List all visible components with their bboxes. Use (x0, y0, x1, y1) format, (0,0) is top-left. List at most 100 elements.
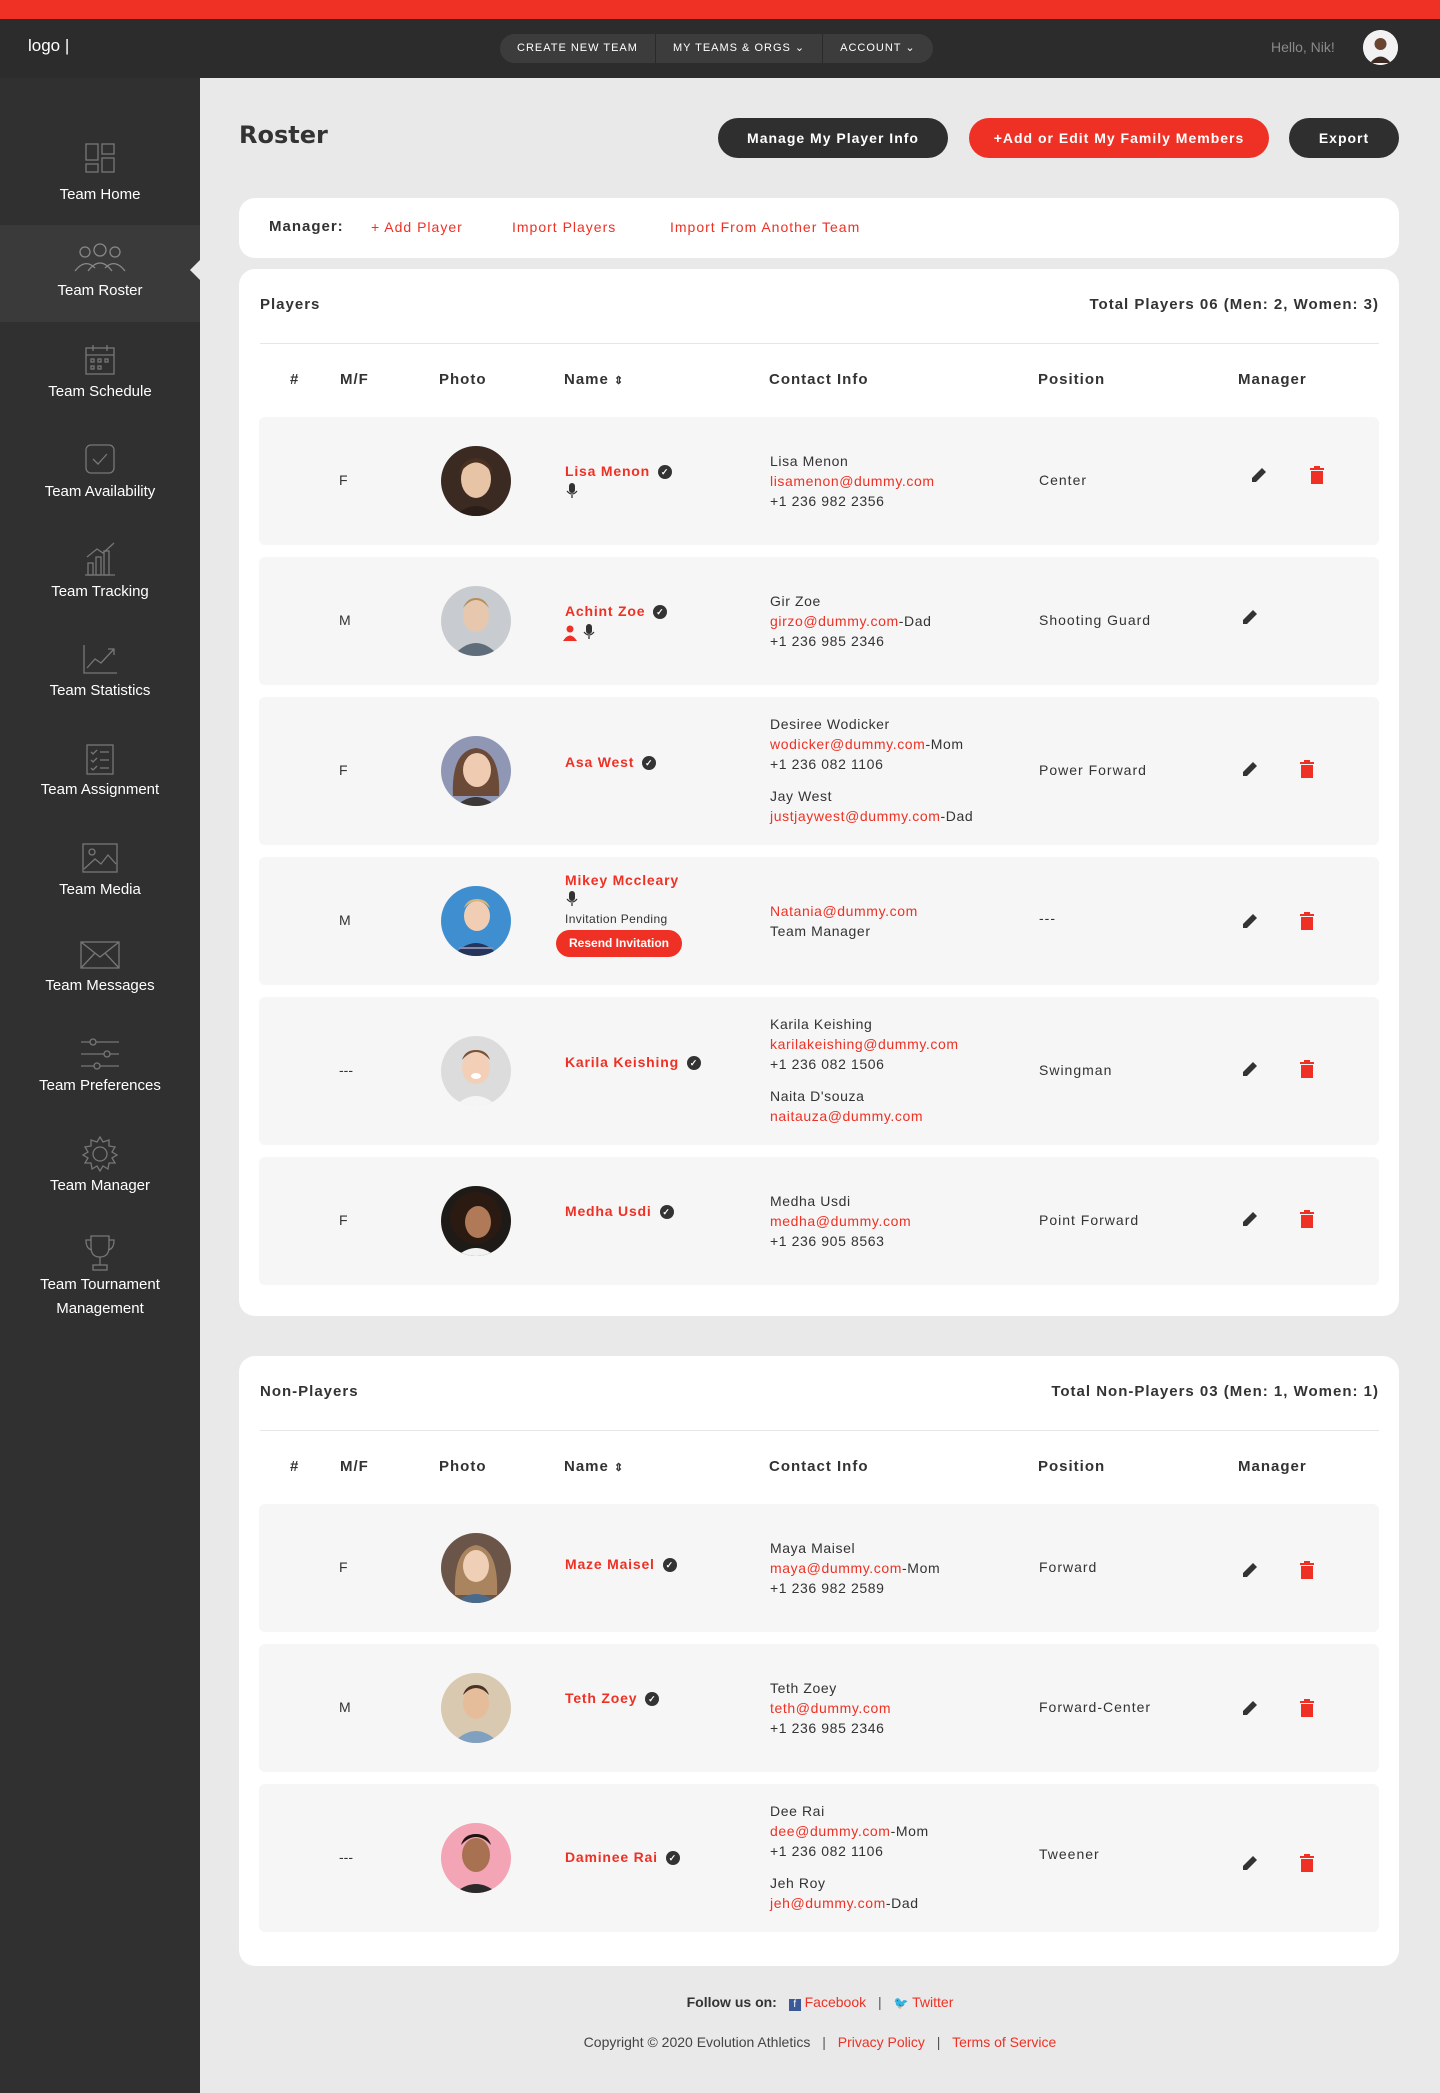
table-row: --- Daminee Rai ✓ Dee Rai dee@dummy.com-M… (259, 1784, 1379, 1932)
delete-icon[interactable] (1297, 1560, 1317, 1580)
sidebar-label: Team Home (59, 186, 141, 203)
delete-icon[interactable] (1297, 1209, 1317, 1229)
sidebar-item-team-assignment[interactable]: Team Assignment (0, 742, 200, 822)
import-from-team-link[interactable]: Import From Another Team (670, 219, 860, 235)
verified-icon: ✓ (645, 1692, 660, 1707)
section-title: Non-Players (260, 1383, 359, 1400)
email-link[interactable]: wodicker@dummy.com (770, 736, 925, 752)
email-link[interactable]: Natania@dummy.com (770, 903, 918, 919)
delete-icon[interactable] (1297, 1853, 1317, 1873)
email-link[interactable]: karilakeishing@dummy.com (770, 1036, 959, 1052)
dashboard-icon (85, 143, 115, 173)
export-button[interactable]: Export (1289, 118, 1399, 158)
player-name[interactable]: Daminee Rai ✓ (565, 1849, 680, 1866)
email-link[interactable]: dee@dummy.com (770, 1823, 891, 1839)
table-row: M Teth Zoey ✓ Teth Zoey teth@dummy.com +1… (259, 1644, 1379, 1772)
email-link[interactable]: jeh@dummy.com (770, 1895, 886, 1911)
edit-icon[interactable] (1240, 911, 1260, 931)
footer-copyright: Copyright © 2020 Evolution Athletics | P… (200, 2034, 1440, 2050)
player-name[interactable]: Karila Keishing ✓ (565, 1054, 701, 1071)
contact-info: Gir Zoe girzo@dummy.com-Dad +1 236 985 2… (770, 593, 932, 649)
email-link[interactable]: justjaywest@dummy.com (770, 808, 940, 824)
checklist-icon (86, 744, 114, 775)
terms-of-service-link[interactable]: Terms of Service (952, 2034, 1056, 2050)
nav-account[interactable]: ACCOUNT ⌄ (823, 34, 932, 63)
edit-icon[interactable] (1240, 759, 1260, 779)
top-navbar: logo | CREATE NEW TEAM MY TEAMS & ORGS ⌄… (0, 19, 1440, 78)
sidebar-label: Team Preferences (39, 1077, 161, 1094)
sidebar-label: Team Manager (49, 1177, 151, 1194)
position-cell: Shooting Guard (1039, 612, 1152, 628)
email-link[interactable]: maya@dummy.com (770, 1560, 902, 1576)
sidebar-item-team-home[interactable]: Team Home (0, 141, 200, 223)
sidebar-label: Team Schedule (48, 383, 152, 400)
edit-icon[interactable] (1240, 1698, 1260, 1718)
player-name[interactable]: Teth Zoey ✓ (565, 1690, 660, 1707)
microphone-icon (566, 483, 578, 498)
delete-icon[interactable] (1297, 1698, 1317, 1718)
facebook-link[interactable]: Facebook (805, 1994, 866, 2010)
sidebar-item-team-tracking[interactable]: Team Tracking (0, 541, 200, 621)
twitter-link[interactable]: Twitter (912, 1994, 953, 2010)
sidebar-item-team-statistics[interactable]: Team Statistics (0, 642, 200, 722)
resend-invitation-button[interactable]: Resend Invitation (556, 930, 683, 957)
table-row: F Asa West ✓ Desiree Wodicker wodicker@du… (259, 697, 1379, 845)
edit-icon[interactable] (1240, 1209, 1260, 1229)
add-player-link[interactable]: + Add Player (371, 219, 463, 235)
main-nav: CREATE NEW TEAM MY TEAMS & ORGS ⌄ ACCOUN… (500, 34, 933, 63)
sidebar-item-team-manager[interactable]: Team Manager (0, 1134, 200, 1214)
player-name[interactable]: Mikey Mccleary (565, 872, 679, 888)
delete-icon[interactable] (1297, 759, 1317, 779)
manage-player-info-button[interactable]: Manage My Player Info (718, 118, 948, 158)
player-name[interactable]: Achint Zoe ✓ (565, 603, 668, 620)
edit-icon[interactable] (1249, 465, 1269, 485)
player-photo (441, 446, 511, 516)
sidebar-item-team-media[interactable]: Team Media (0, 842, 200, 922)
column-header-sortable[interactable]: Name ⇕ (564, 1458, 624, 1475)
active-indicator (190, 260, 200, 280)
delete-icon[interactable] (1297, 1059, 1317, 1079)
email-link[interactable]: naitauza@dummy.com (770, 1108, 923, 1124)
player-name[interactable]: Lisa Menon ✓ (565, 463, 673, 480)
position-cell: Center (1039, 472, 1088, 488)
sidebar-item-team-schedule[interactable]: Team Schedule (0, 343, 200, 423)
user-avatar[interactable] (1363, 30, 1398, 65)
edit-icon[interactable] (1240, 1059, 1260, 1079)
calendar-icon (85, 345, 115, 375)
player-name[interactable]: Asa West ✓ (565, 754, 657, 771)
sidebar-label: Team Statistics (49, 682, 151, 699)
verified-icon: ✓ (653, 605, 668, 620)
player-name[interactable]: Maze Maisel ✓ (565, 1556, 677, 1573)
sidebar-item-team-tournament[interactable]: Team Tournament Management (0, 1233, 200, 1333)
email-link[interactable]: teth@dummy.com (770, 1700, 891, 1716)
users-icon (74, 243, 126, 272)
microphone-icon (583, 624, 595, 639)
position-cell: Forward-Center (1039, 1699, 1152, 1715)
add-family-members-button[interactable]: +Add or Edit My Family Members (969, 118, 1269, 158)
manager-label: Manager: (269, 218, 344, 235)
gender-cell: --- (339, 1062, 353, 1078)
edit-icon[interactable] (1240, 607, 1260, 627)
nav-create-team[interactable]: CREATE NEW TEAM (500, 34, 656, 63)
edit-icon[interactable] (1240, 1560, 1260, 1580)
verified-icon: ✓ (658, 465, 673, 480)
delete-icon[interactable] (1307, 465, 1327, 485)
email-link[interactable]: medha@dummy.com (770, 1213, 911, 1229)
privacy-policy-link[interactable]: Privacy Policy (838, 2034, 925, 2050)
column-header-sortable[interactable]: Name ⇕ (564, 371, 624, 388)
sidebar-item-team-preferences[interactable]: Team Preferences (0, 1035, 200, 1115)
import-players-link[interactable]: Import Players (512, 219, 616, 235)
contact-info: Karila Keishing karilakeishing@dummy.com… (770, 1016, 959, 1124)
player-photo (441, 1036, 511, 1106)
logo[interactable]: logo | (28, 36, 69, 56)
email-link[interactable]: girzo@dummy.com (770, 613, 899, 629)
sidebar-item-team-availability[interactable]: Team Availability (0, 442, 200, 522)
sidebar-item-team-messages[interactable]: Team Messages (0, 940, 200, 1020)
nav-my-teams[interactable]: MY TEAMS & ORGS ⌄ (656, 34, 824, 63)
sidebar-item-team-roster[interactable]: Team Roster (0, 225, 200, 322)
email-link[interactable]: lisamenon@dummy.com (770, 473, 935, 489)
delete-icon[interactable] (1297, 911, 1317, 931)
edit-icon[interactable] (1240, 1853, 1260, 1873)
chevron-down-icon: ⌄ (794, 42, 806, 54)
player-name[interactable]: Medha Usdi ✓ (565, 1203, 674, 1220)
